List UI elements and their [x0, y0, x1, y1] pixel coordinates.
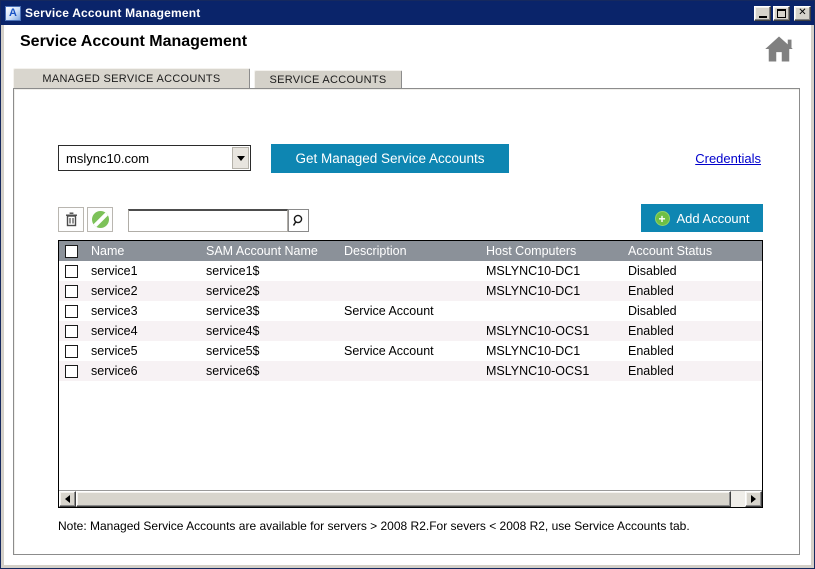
- cell-account-status: Disabled: [624, 264, 762, 278]
- disable-account-button[interactable]: [87, 207, 113, 232]
- close-icon: ✕: [798, 8, 806, 18]
- table-body: service1 service1$ MSLYNC10-DC1 Disabled…: [59, 261, 762, 381]
- column-header-name[interactable]: Name: [87, 244, 202, 258]
- cell-host-computers: MSLYNC10-DC1: [482, 264, 624, 278]
- row-checkbox[interactable]: [65, 345, 78, 358]
- cell-description: Service Account: [340, 304, 482, 318]
- page-title: Service Account Management: [20, 33, 247, 51]
- row-checkbox[interactable]: [65, 265, 78, 278]
- get-managed-service-accounts-button[interactable]: Get Managed Service Accounts: [271, 144, 509, 173]
- cell-sam-account-name: service2$: [202, 284, 340, 298]
- window-title: Service Account Management: [25, 6, 754, 20]
- cell-name: service1: [87, 264, 202, 278]
- disable-icon: [92, 211, 109, 228]
- row-checkbox[interactable]: [65, 365, 78, 378]
- column-header-account-status[interactable]: Account Status: [624, 244, 762, 258]
- tab-panel: mslync10.com Get Managed Service Account…: [13, 88, 800, 555]
- scrollbar-thumb[interactable]: [76, 491, 731, 507]
- cell-name: service3: [87, 304, 202, 318]
- titlebar: A Service Account Management ✕: [1, 1, 814, 25]
- close-button[interactable]: ✕: [794, 6, 811, 21]
- cell-host-computers: MSLYNC10-DC1: [482, 284, 624, 298]
- table-row[interactable]: service6 service6$ MSLYNC10-OCS1 Enabled: [59, 361, 762, 381]
- home-icon: [764, 35, 794, 63]
- dropdown-arrow-button[interactable]: [232, 147, 249, 169]
- row-checkbox[interactable]: [65, 285, 78, 298]
- app-icon: A: [5, 6, 21, 21]
- tab-managed-service-accounts[interactable]: MANAGED SERVICE ACCOUNTS: [13, 68, 250, 89]
- cell-sam-account-name: service4$: [202, 324, 340, 338]
- cell-account-status: Enabled: [624, 344, 762, 358]
- cell-description: Service Account: [340, 344, 482, 358]
- cell-name: service5: [87, 344, 202, 358]
- search-icon: [292, 214, 305, 227]
- row-checkbox[interactable]: [65, 325, 78, 338]
- cell-account-status: Enabled: [624, 364, 762, 378]
- maximize-button[interactable]: [773, 6, 790, 21]
- cell-sam-account-name: service3$: [202, 304, 340, 318]
- cell-name: service6: [87, 364, 202, 378]
- credentials-link[interactable]: Credentials: [695, 151, 761, 166]
- cell-host-computers: MSLYNC10-DC1: [482, 344, 624, 358]
- arrow-left-icon: [65, 495, 70, 503]
- column-header-sam-account-name[interactable]: SAM Account Name: [202, 244, 340, 258]
- cell-account-status: Enabled: [624, 284, 762, 298]
- add-account-button[interactable]: + Add Account: [641, 204, 763, 232]
- column-header-host-computers[interactable]: Host Computers: [482, 244, 624, 258]
- table-header: Name SAM Account Name Description Host C…: [59, 241, 762, 261]
- cell-name: service2: [87, 284, 202, 298]
- note-text: Note: Managed Service Accounts are avail…: [58, 519, 690, 533]
- cell-host-computers: MSLYNC10-OCS1: [482, 364, 624, 378]
- cell-host-computers: MSLYNC10-OCS1: [482, 324, 624, 338]
- trash-icon: [65, 212, 78, 227]
- domain-dropdown-value: mslync10.com: [59, 151, 232, 166]
- select-all-checkbox[interactable]: [65, 245, 78, 258]
- add-account-label: Add Account: [677, 211, 750, 226]
- row-checkbox[interactable]: [65, 305, 78, 318]
- table-row[interactable]: service5 service5$ Service Account MSLYN…: [59, 341, 762, 361]
- scroll-right-button[interactable]: [745, 491, 762, 507]
- tab-service-accounts[interactable]: SERVICE ACCOUNTS: [254, 70, 402, 89]
- home-button[interactable]: [763, 34, 795, 64]
- cell-sam-account-name: service1$: [202, 264, 340, 278]
- delete-button[interactable]: [58, 207, 84, 232]
- scroll-left-button[interactable]: [59, 491, 76, 507]
- app-window: A Service Account Management ✕ Service A…: [0, 0, 815, 569]
- table-row[interactable]: service4 service4$ MSLYNC10-OCS1 Enabled: [59, 321, 762, 341]
- maximize-icon: [777, 9, 786, 18]
- tab-label: MANAGED SERVICE ACCOUNTS: [42, 73, 220, 85]
- minimize-button[interactable]: [754, 6, 771, 21]
- minimize-icon: [759, 16, 767, 18]
- search-input[interactable]: [128, 209, 288, 232]
- cell-account-status: Disabled: [624, 304, 762, 318]
- accounts-table: Name SAM Account Name Description Host C…: [58, 240, 763, 508]
- domain-dropdown[interactable]: mslync10.com: [58, 145, 251, 171]
- column-header-description[interactable]: Description: [340, 244, 482, 258]
- cell-name: service4: [87, 324, 202, 338]
- table-row[interactable]: service3 service3$ Service Account Disab…: [59, 301, 762, 321]
- cell-sam-account-name: service5$: [202, 344, 340, 358]
- chevron-down-icon: [237, 156, 245, 161]
- cell-sam-account-name: service6$: [202, 364, 340, 378]
- table-empty-space: [59, 381, 762, 490]
- tab-label: SERVICE ACCOUNTS: [269, 74, 386, 86]
- cell-account-status: Enabled: [624, 324, 762, 338]
- add-icon: +: [655, 211, 670, 226]
- horizontal-scrollbar[interactable]: [59, 490, 762, 507]
- arrow-right-icon: [751, 495, 756, 503]
- table-row[interactable]: service1 service1$ MSLYNC10-DC1 Disabled: [59, 261, 762, 281]
- table-row[interactable]: service2 service2$ MSLYNC10-DC1 Enabled: [59, 281, 762, 301]
- scrollbar-track[interactable]: [76, 491, 745, 507]
- search-button[interactable]: [288, 209, 309, 232]
- client-area: Service Account Management MANAGED SERVI…: [4, 25, 811, 565]
